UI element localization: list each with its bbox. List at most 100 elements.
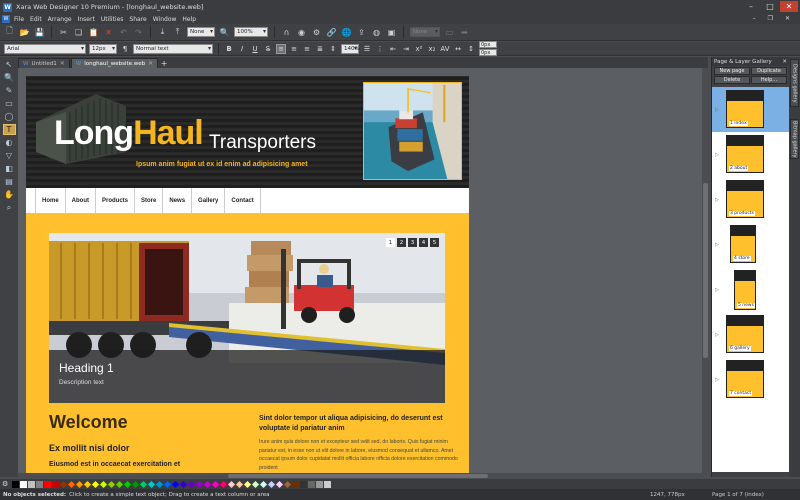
slide-page-1[interactable]: 1 bbox=[386, 238, 395, 247]
color-swatch[interactable] bbox=[164, 480, 172, 488]
vertical-scroll-thumb[interactable] bbox=[703, 183, 708, 358]
gallery-pin-close-icon[interactable]: ✕ bbox=[782, 59, 787, 65]
color-swatch[interactable] bbox=[172, 480, 180, 488]
bitmap-gallery-tab[interactable]: Bitmap gallery bbox=[790, 119, 799, 159]
open-icon[interactable]: 📂 bbox=[19, 27, 30, 38]
expand-arrow-icon[interactable]: ▷ bbox=[712, 197, 722, 203]
nav-gallery[interactable]: Gallery bbox=[192, 188, 226, 213]
nav-products[interactable]: Products bbox=[96, 188, 136, 213]
color-swatch[interactable] bbox=[84, 480, 92, 488]
menu-file[interactable]: File bbox=[14, 16, 24, 23]
color-swatch[interactable] bbox=[244, 480, 252, 488]
transparency-tool-icon[interactable]: ▽ bbox=[3, 150, 16, 161]
color-swatch[interactable] bbox=[76, 480, 84, 488]
color-swatch[interactable] bbox=[324, 480, 332, 488]
welcome-subheading[interactable]: Ex mollit nisi dolor bbox=[49, 443, 130, 453]
italic-button[interactable]: I bbox=[237, 44, 247, 54]
doc-close-button[interactable]: ✕ bbox=[785, 15, 790, 22]
expand-arrow-icon[interactable]: ▷ bbox=[712, 377, 722, 383]
expand-arrow-icon[interactable]: ▷ bbox=[712, 152, 722, 158]
color-swatch[interactable] bbox=[60, 480, 68, 488]
color-swatch[interactable] bbox=[228, 480, 236, 488]
page-thumb-3[interactable]: ▷ 3 products bbox=[712, 177, 789, 222]
tagline[interactable]: Ipsum anim fugiat ut ex id enim ad adipi… bbox=[136, 161, 308, 168]
horizontal-scroll-thumb[interactable] bbox=[228, 474, 488, 478]
nav-contact[interactable]: Contact bbox=[225, 188, 261, 213]
designs-gallery-tab[interactable]: Designs gallery bbox=[790, 59, 799, 107]
tab-untitled1[interactable]: W Untitled1 ✕ bbox=[18, 58, 70, 68]
browser-icon[interactable]: 🌐 bbox=[341, 27, 352, 38]
color-swatch[interactable] bbox=[92, 480, 100, 488]
color-swatch[interactable] bbox=[52, 480, 60, 488]
slide-page-4[interactable]: 4 bbox=[419, 238, 428, 247]
selector-tool-icon[interactable]: ↖ bbox=[3, 59, 16, 70]
page-thumb-5[interactable]: ▷ 5 news bbox=[712, 267, 789, 312]
color-swatch[interactable] bbox=[268, 480, 276, 488]
doc-minimize-button[interactable]: – bbox=[753, 15, 756, 22]
transparency-select[interactable]: None bbox=[410, 27, 440, 37]
nav-about[interactable]: About bbox=[66, 188, 96, 213]
slide-page-3[interactable]: 3 bbox=[408, 238, 417, 247]
magnifier-tool-icon[interactable]: ⌕ bbox=[3, 202, 16, 213]
menu-share[interactable]: Share bbox=[129, 16, 146, 23]
indent-button[interactable]: ⇥ bbox=[401, 44, 411, 54]
subscript-button[interactable]: x₂ bbox=[427, 44, 437, 54]
color-swatch[interactable] bbox=[196, 480, 204, 488]
color-swatch[interactable] bbox=[20, 480, 28, 488]
tab-close-icon[interactable]: ✕ bbox=[60, 60, 65, 67]
menu-help[interactable]: Help bbox=[182, 16, 196, 23]
color-swatch[interactable] bbox=[156, 480, 164, 488]
font-family-select[interactable]: Arial bbox=[4, 43, 86, 54]
menu-insert[interactable]: Insert bbox=[78, 16, 95, 23]
nav-home[interactable]: Home bbox=[35, 188, 66, 213]
ellipse-tool-icon[interactable]: ◯ bbox=[3, 111, 16, 122]
import-icon[interactable]: ⤓ bbox=[157, 27, 168, 38]
redo-icon[interactable]: ↷ bbox=[133, 27, 144, 38]
color-swatch[interactable] bbox=[252, 480, 260, 488]
web-properties-icon[interactable]: ⚙ bbox=[311, 27, 322, 38]
color-swatch[interactable] bbox=[220, 480, 228, 488]
font-size-select[interactable]: 12px bbox=[89, 43, 117, 54]
page-thumb-6[interactable]: ▷ 6 gallery bbox=[712, 312, 789, 357]
nav-store[interactable]: Store bbox=[135, 188, 164, 213]
color-swatch[interactable] bbox=[116, 480, 124, 488]
color-swatch[interactable] bbox=[36, 480, 44, 488]
page-thumb-1[interactable]: ▷ 1 index bbox=[712, 87, 789, 132]
color-swatch[interactable] bbox=[132, 480, 140, 488]
kerning-icon[interactable]: AV bbox=[440, 44, 450, 54]
color-swatch[interactable] bbox=[260, 480, 268, 488]
slide-heading[interactable]: Heading 1 bbox=[59, 361, 114, 375]
site-header[interactable]: LongHaul Transporters Ipsum anim fugiat … bbox=[26, 76, 469, 188]
outdent-button[interactable]: ⇤ bbox=[388, 44, 398, 54]
color-swatch[interactable] bbox=[284, 480, 292, 488]
magnet-icon[interactable]: ∩ bbox=[281, 27, 292, 38]
duplicate-page-button[interactable]: Duplicate bbox=[751, 67, 787, 75]
color-swatch[interactable] bbox=[28, 480, 36, 488]
publish-icon[interactable]: ⇪ bbox=[356, 27, 367, 38]
page-thumb-2[interactable]: ▷ 2 about bbox=[712, 132, 789, 177]
space-after-field[interactable]: 0px bbox=[479, 49, 497, 56]
color-swatch[interactable] bbox=[68, 480, 76, 488]
tab-close-icon[interactable]: ✕ bbox=[148, 60, 153, 67]
link-icon[interactable]: 🔗 bbox=[326, 27, 337, 38]
color-swatch[interactable] bbox=[276, 480, 284, 488]
export-icon[interactable]: ⤒ bbox=[172, 27, 183, 38]
brand-logo-text[interactable]: LongHaul bbox=[54, 114, 204, 153]
menu-utilities[interactable]: Utilities bbox=[101, 16, 124, 23]
page-thumb-4[interactable]: ▷ 4 store bbox=[712, 222, 789, 267]
color-swatch[interactable] bbox=[236, 480, 244, 488]
image-slider[interactable]: Heading 1 Description text 1 2 3 4 5 bbox=[49, 233, 445, 403]
right-column-body[interactable]: Irure anim quis dolore non et excepteur … bbox=[259, 438, 459, 472]
photo-icon[interactable]: ▣ bbox=[386, 27, 397, 38]
slide-page-5[interactable]: 5 bbox=[430, 238, 439, 247]
color-swatch[interactable] bbox=[300, 480, 308, 488]
color-swatch[interactable] bbox=[316, 480, 324, 488]
color-swatch[interactable] bbox=[204, 480, 212, 488]
preview-icon[interactable]: ◉ bbox=[296, 27, 307, 38]
globe-icon[interactable]: ◍ bbox=[371, 27, 382, 38]
underline-button[interactable]: U bbox=[250, 44, 260, 54]
copy-icon[interactable]: ❏ bbox=[73, 27, 84, 38]
color-swatch[interactable] bbox=[124, 480, 132, 488]
page-thumb-7[interactable]: ▷ 7 contact bbox=[712, 357, 789, 402]
design-canvas[interactable]: LongHaul Transporters Ipsum anim fugiat … bbox=[18, 68, 708, 473]
